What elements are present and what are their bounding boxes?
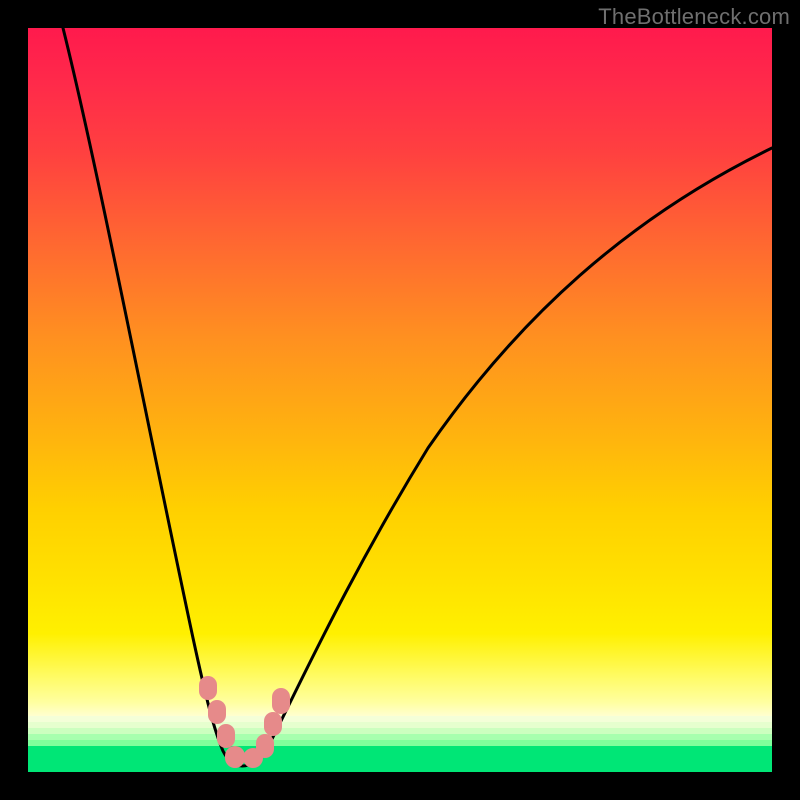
curve-path (63, 28, 772, 766)
bottleneck-curve (28, 28, 772, 772)
watermark-text: TheBottleneck.com (598, 4, 790, 30)
chart-frame: TheBottleneck.com (0, 0, 800, 800)
trough-markers (199, 676, 290, 768)
plot-area (28, 28, 772, 772)
